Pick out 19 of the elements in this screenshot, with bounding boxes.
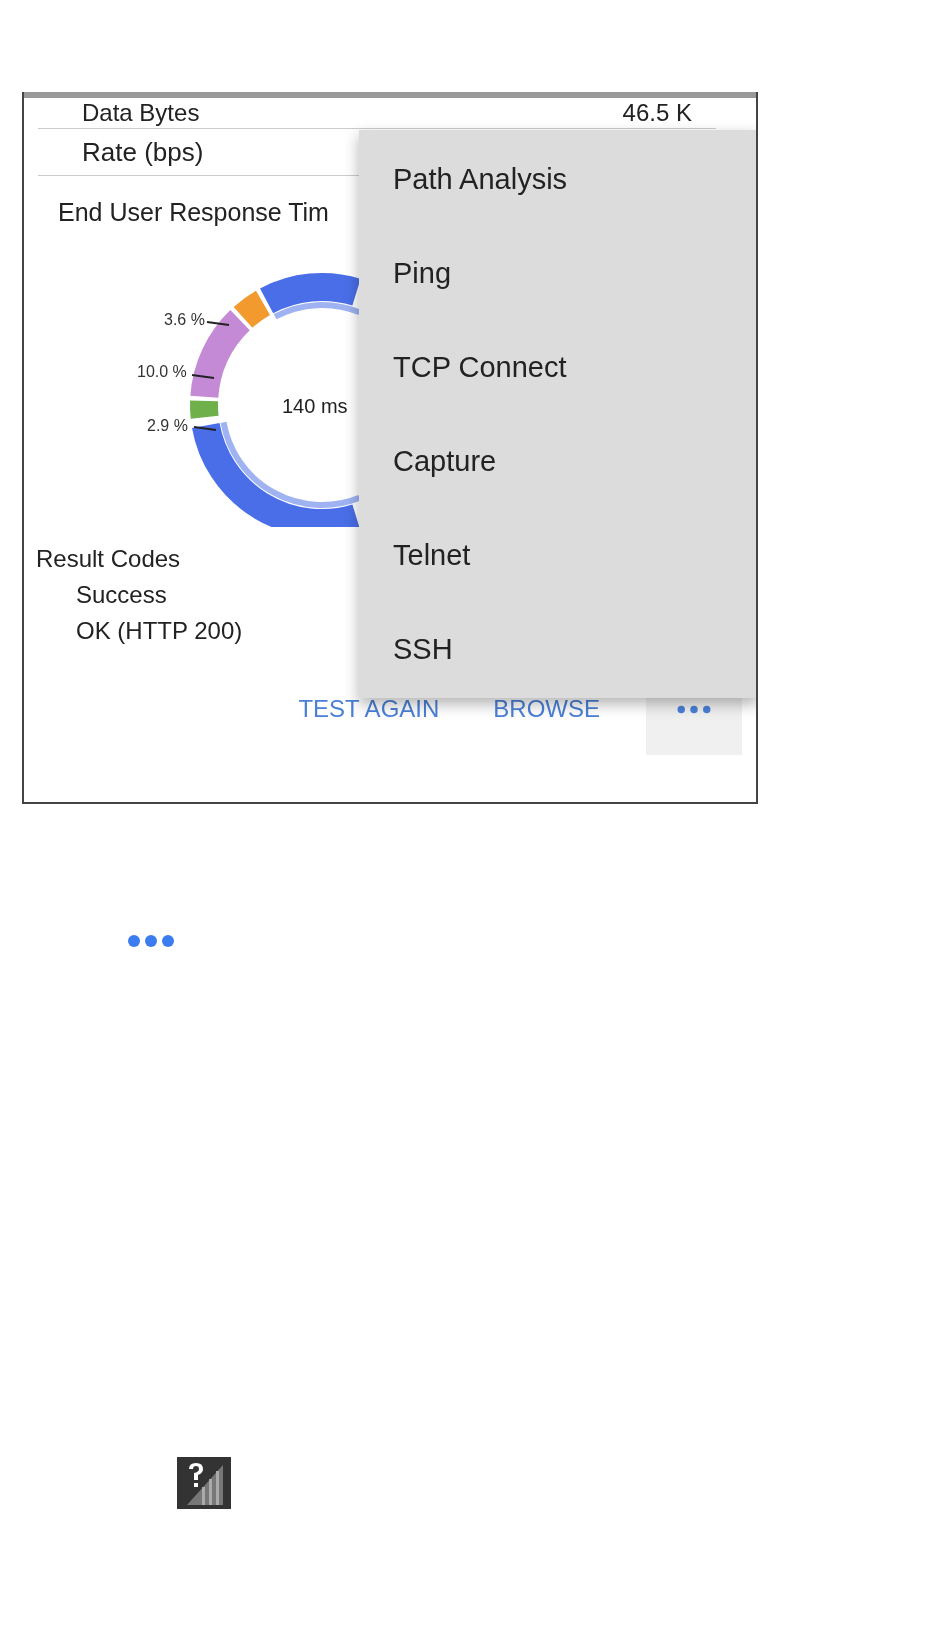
section-heading: Result Codes xyxy=(36,545,181,573)
signal-icon xyxy=(177,1457,231,1509)
menu-item[interactable]: Ping xyxy=(359,226,756,320)
menu-item[interactable]: Path Analysis xyxy=(359,132,756,226)
segment-label: 2.9 % xyxy=(147,417,188,434)
more-icon xyxy=(128,934,174,948)
menu-item[interactable]: TCP Connect xyxy=(359,320,756,414)
row-label: Rate (bps) xyxy=(82,136,204,168)
menu-item[interactable]: Telnet xyxy=(359,508,756,602)
center-value: 140 ms xyxy=(282,395,348,417)
segment-label: 3.6 % xyxy=(164,311,205,328)
more-icon xyxy=(677,704,711,714)
row-label: Data Bytes xyxy=(82,100,200,126)
result-code: OK (HTTP 200) xyxy=(76,617,243,645)
result-code: Success xyxy=(76,581,167,609)
row-value: 46.5 K xyxy=(622,100,692,126)
segment-label: 10.0 % xyxy=(137,363,187,380)
menu-item[interactable]: Capture xyxy=(359,414,756,508)
chart-title: End User Response Tim xyxy=(58,198,329,227)
